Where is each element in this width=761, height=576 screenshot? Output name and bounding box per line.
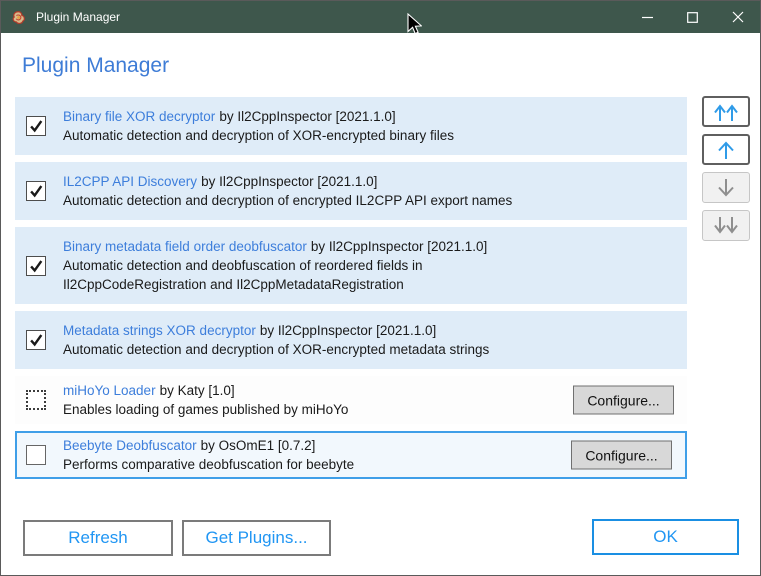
refresh-button[interactable]: Refresh xyxy=(23,520,173,556)
plugin-text: Metadata strings XOR decryptor by Il2CppI… xyxy=(63,321,503,359)
configure-button[interactable]: Configure... xyxy=(573,385,674,415)
double-arrow-down-icon xyxy=(714,216,738,234)
plugin-text: Binary metadata field order deobfuscator… xyxy=(63,237,501,294)
window-title: Plugin Manager xyxy=(36,10,121,24)
plugin-name-link[interactable]: Metadata strings XOR decryptor xyxy=(63,323,256,338)
configure-button[interactable]: Configure... xyxy=(571,440,672,470)
plugin-row[interactable]: Binary file XOR decryptor by Il2CppInspec… xyxy=(15,97,687,155)
plugin-title-line: Binary file XOR decryptor by Il2CppInspec… xyxy=(63,107,454,126)
reorder-buttons xyxy=(702,96,750,248)
ok-button[interactable]: OK xyxy=(592,519,739,555)
maximize-button[interactable] xyxy=(670,1,715,33)
plugin-name-link[interactable]: Binary file XOR decryptor xyxy=(63,109,215,124)
plugin-row[interactable]: miHoYo Loader by Katy [1.0] Enables loadi… xyxy=(15,376,687,424)
close-icon xyxy=(732,11,743,23)
plugin-checkbox[interactable] xyxy=(26,255,46,276)
plugin-byline: by Il2CppInspector [2021.1.0] xyxy=(310,239,488,254)
maximize-icon xyxy=(687,11,698,23)
checkmark-icon xyxy=(30,259,43,272)
plugin-description: Automatic detection and decryption of XO… xyxy=(63,128,454,143)
move-down-button[interactable] xyxy=(702,172,750,203)
plugin-title-line: Beebyte Deobfuscator by OsOmE1 [0.7.2] xyxy=(63,436,354,455)
page-title: Plugin Manager xyxy=(22,54,170,77)
plugin-byline: by Il2CppInspector [2021.1.0] xyxy=(201,174,378,189)
plugin-checkbox[interactable] xyxy=(26,181,46,201)
plugin-byline: by Il2CppInspector [2021.1.0] xyxy=(259,323,437,338)
plugin-byline: by OsOmE1 [0.7.2] xyxy=(200,438,316,453)
arrow-down-icon xyxy=(718,178,734,196)
plugin-text: Beebyte Deobfuscator by OsOmE1 [0.7.2] Pe… xyxy=(63,436,484,474)
move-to-top-button[interactable] xyxy=(702,96,750,127)
plugin-text: miHoYo Loader by Katy [1.0] Enables loadi… xyxy=(63,381,478,419)
plugin-byline: by Il2CppInspector [2021.1.0] xyxy=(219,109,396,124)
checkmark-icon xyxy=(30,334,43,347)
plugin-manager-window: Plugin Manager Plugin Manager Binary fil… xyxy=(0,0,761,576)
app-icon xyxy=(12,10,25,24)
plugin-text: Binary file XOR decryptor by Il2CppInspec… xyxy=(63,107,468,145)
get-plugins-button[interactable]: Get Plugins... xyxy=(182,520,331,556)
plugin-title-line: miHoYo Loader by Katy [1.0] xyxy=(63,381,348,400)
plugin-name-link[interactable]: IL2CPP API Discovery xyxy=(63,174,197,189)
caption-buttons xyxy=(625,1,760,33)
plugin-checkbox[interactable] xyxy=(26,390,46,410)
plugin-description: Performs comparative deobfuscation for b… xyxy=(63,457,355,472)
plugin-description: Automatic detection and deobfuscation of… xyxy=(63,258,423,292)
plugin-byline: by Katy [1.0] xyxy=(159,383,235,398)
plugin-text: IL2CPP API Discovery by Il2CppInspector [… xyxy=(63,172,526,210)
plugin-row[interactable]: Binary metadata field order deobfuscator… xyxy=(15,227,687,304)
move-up-button[interactable] xyxy=(702,134,750,165)
titlebar[interactable]: Plugin Manager xyxy=(1,1,760,33)
plugin-checkbox[interactable] xyxy=(26,445,46,465)
plugin-description: Automatic detection and decryption of en… xyxy=(63,193,513,208)
plugin-name-link[interactable]: Binary metadata field order deobfuscator xyxy=(63,239,307,254)
checkmark-icon xyxy=(30,120,43,133)
plugin-description: Automatic detection and decryption of XO… xyxy=(63,342,490,357)
plugin-checkbox[interactable] xyxy=(26,116,46,136)
minimize-icon xyxy=(642,16,653,18)
arrow-up-icon xyxy=(718,141,734,159)
plugin-description: Enables loading of games published by mi… xyxy=(63,402,349,417)
minimize-button[interactable] xyxy=(625,1,670,33)
double-arrow-up-icon xyxy=(714,103,738,121)
close-button[interactable] xyxy=(715,1,760,33)
checkmark-icon xyxy=(30,185,43,198)
plugin-title-line: Metadata strings XOR decryptor by Il2CppI… xyxy=(63,321,489,340)
plugin-list: Binary file XOR decryptor by Il2CppInspec… xyxy=(15,97,687,486)
plugin-title-line: Binary metadata field order deobfuscator… xyxy=(63,237,487,256)
plugin-row[interactable]: Metadata strings XOR decryptor by Il2CppI… xyxy=(15,311,687,369)
plugin-title-line: IL2CPP API Discovery by Il2CppInspector [… xyxy=(63,172,512,191)
plugin-name-link[interactable]: Beebyte Deobfuscator xyxy=(63,438,197,453)
move-to-bottom-button[interactable] xyxy=(702,210,750,241)
plugin-row[interactable]: IL2CPP API Discovery by Il2CppInspector [… xyxy=(15,162,687,220)
plugin-name-link[interactable]: miHoYo Loader xyxy=(63,383,156,398)
plugin-row[interactable]: Beebyte Deobfuscator by OsOmE1 [0.7.2] Pe… xyxy=(15,431,687,479)
plugin-checkbox[interactable] xyxy=(26,330,46,350)
